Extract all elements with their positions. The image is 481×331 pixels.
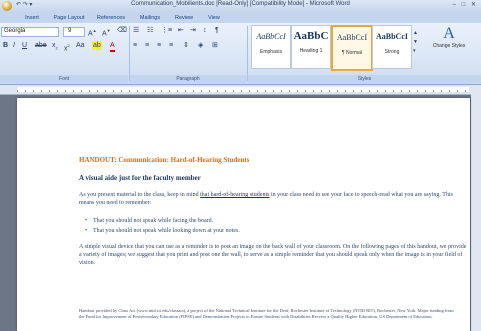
- ribbon-tabs: Insert Page Layout References Mailings R…: [0, 12, 481, 23]
- tab-insert[interactable]: Insert: [22, 13, 42, 23]
- style-strong[interactable]: AaBbCcI Strong: [372, 25, 412, 69]
- decrease-indent-icon[interactable]: ⇤: [178, 26, 184, 35]
- font-name-box[interactable]: Georgia: [1, 27, 59, 37]
- style-sample: AaBbCcI: [336, 33, 368, 42]
- underline-icon[interactable]: U: [22, 41, 27, 50]
- style-name: Heading 1: [299, 48, 323, 54]
- font-size-value: 9: [68, 28, 72, 34]
- document-subheading: A visual aide just for the faculty membe…: [79, 174, 201, 182]
- change-styles-label: Change Styles: [432, 43, 466, 49]
- bold-icon[interactable]: B: [3, 41, 8, 50]
- style-normal[interactable]: AaBbCcI ¶ Normal: [331, 25, 373, 71]
- document-heading: HANDOUT: Communication: Hard-of-Hearing …: [79, 156, 250, 164]
- justify-icon[interactable]: ≡: [169, 41, 173, 50]
- styles-group-label: Styles: [248, 75, 481, 83]
- paragraph-intro: As you present material to the class, ke…: [79, 191, 469, 207]
- subscript-icon[interactable]: x2: [52, 41, 58, 52]
- tab-review[interactable]: Review: [172, 13, 196, 23]
- tab-page-layout[interactable]: Page Layout: [52, 13, 86, 23]
- ribbon: Georgia 9 A▲ A▼ ⌫ B I U abe x2 x2 Aa ab …: [0, 23, 481, 85]
- ribbon-separator: [129, 26, 130, 81]
- multilevel-list-icon[interactable]: ⋮≡: [161, 26, 172, 35]
- document-page[interactable]: HANDOUT: Communication: Hard-of-Hearing …: [17, 98, 470, 331]
- align-center-icon[interactable]: ≡: [145, 41, 149, 50]
- footnote: Handout provided by Class Act (www.ntid.…: [79, 308, 454, 319]
- style-sample: AaBbCcI: [375, 32, 408, 41]
- style-name: Emphasis: [260, 49, 282, 55]
- font-color-icon[interactable]: A: [110, 41, 115, 52]
- shrink-font-icon[interactable]: A▼: [102, 26, 111, 38]
- increase-indent-icon[interactable]: ⇥: [190, 26, 196, 35]
- window-title: Communication_Mobilients.doc [Read-Only]…: [131, 1, 350, 7]
- strikethrough-icon[interactable]: abe: [35, 41, 47, 50]
- superscript-icon[interactable]: x2: [64, 41, 70, 53]
- tab-view[interactable]: View: [204, 13, 224, 23]
- sort-icon[interactable]: ↕: [203, 26, 207, 35]
- style-sample: AaBbC: [293, 30, 329, 42]
- style-name: ¶ Normal: [341, 50, 363, 56]
- bullet-icon: •: [85, 228, 88, 234]
- style-sample: AaBbCcI: [256, 32, 286, 41]
- horizontal-ruler[interactable]: [0, 85, 481, 95]
- title-bar: ↶ ↷ ▾ Communication_Mobilients.doc [Read…: [0, 0, 481, 12]
- window-controls[interactable]: – □ ✕: [453, 1, 478, 8]
- bullet-icon: •: [85, 218, 88, 224]
- tab-references[interactable]: References: [95, 13, 127, 23]
- bullet-item: • That you should not speak while lookin…: [85, 228, 240, 234]
- highlight-icon[interactable]: ab: [92, 41, 102, 50]
- numbering-icon[interactable]: ☷: [147, 26, 153, 35]
- font-name-value: Georgia: [4, 28, 26, 34]
- hyperlink[interactable]: that hard-of-hearing students: [200, 192, 269, 198]
- shading-icon[interactable]: ◈: [198, 41, 203, 50]
- tab-mailings[interactable]: Mailings: [136, 13, 164, 23]
- ribbon-separator: [247, 26, 248, 81]
- show-marks-icon[interactable]: ¶: [215, 26, 219, 35]
- line-spacing-icon[interactable]: ⇕: [183, 41, 189, 50]
- clear-formatting-icon[interactable]: ⌫: [117, 26, 127, 35]
- bullet-text: That you should not speak while facing t…: [93, 218, 214, 224]
- ruler-scale: [17, 87, 469, 92]
- style-heading-1[interactable]: AaBbC Heading 1: [291, 25, 331, 69]
- paragraph-group-label: Paragraph: [130, 75, 246, 83]
- change-styles-icon: A: [443, 25, 455, 42]
- change-styles-button[interactable]: A Change Styles: [424, 25, 474, 67]
- style-emphasis[interactable]: AaBbCcI Emphasis: [251, 25, 291, 69]
- paragraph-intro-start: As you present material to the class, ke…: [79, 192, 201, 198]
- font-group-label: Font: [0, 75, 128, 83]
- styles-scroll-icon[interactable]: ▲ ▼ ▾: [413, 29, 418, 56]
- bullet-item: • That you should not speak while facing…: [85, 218, 214, 224]
- italic-icon[interactable]: I: [13, 41, 15, 50]
- align-left-icon[interactable]: ≡: [133, 41, 137, 50]
- paragraph-device: A simple visual device that you can use …: [79, 244, 467, 266]
- bullet-text: That you should not speak while looking …: [93, 228, 240, 234]
- change-case-icon[interactable]: Aa: [76, 41, 85, 50]
- bullets-icon[interactable]: ☰: [133, 26, 139, 35]
- align-right-icon[interactable]: ≡: [157, 41, 161, 50]
- font-size-box[interactable]: 9: [63, 27, 85, 37]
- style-name: Strong: [384, 49, 400, 55]
- vertical-scrollbar[interactable]: [471, 94, 481, 331]
- borders-icon[interactable]: ⊞: [212, 41, 218, 50]
- grow-font-icon[interactable]: A▲: [88, 26, 97, 38]
